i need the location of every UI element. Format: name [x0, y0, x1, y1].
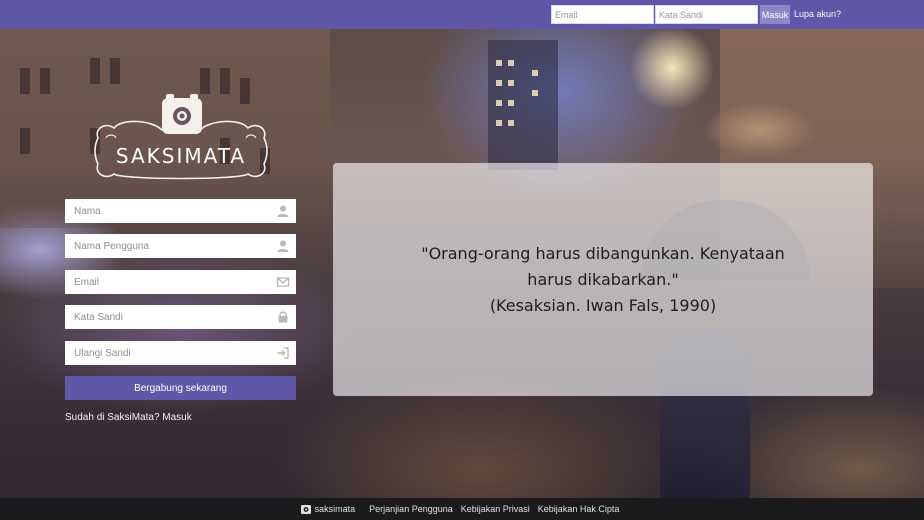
top-login-button[interactable]: Masuk [760, 5, 790, 24]
name-input[interactable] [65, 199, 296, 223]
logo-wordmark: SAKSIMATA [115, 144, 247, 168]
top-bar: Masuk Lupa akun? [0, 0, 924, 29]
footer-link-copyright-policy[interactable]: Kebijakan Hak Cipta [538, 504, 620, 514]
envelope-icon [276, 277, 290, 287]
footer-link-privacy-policy[interactable]: Kebijakan Privasi [461, 504, 530, 514]
user-icon [277, 240, 289, 252]
forgot-account-link[interactable]: Lupa akun? [794, 9, 841, 19]
footer-link-user-agreement[interactable]: Perjanjian Pengguna [369, 504, 453, 514]
repeat-password-input[interactable] [65, 341, 296, 365]
quote-panel: "Orang-orang harus dibangunkan. Kenyataa… [333, 163, 873, 396]
footer-brand-label: saksimata [314, 504, 356, 514]
name-field[interactable] [65, 199, 296, 223]
footer: saksimata Perjanjian Pengguna Kebijakan … [0, 498, 924, 520]
email-field[interactable] [65, 270, 296, 294]
join-now-button[interactable]: Bergabung sekarang [65, 376, 296, 400]
user-icon [277, 205, 289, 217]
username-input[interactable] [65, 234, 296, 258]
top-password-input[interactable] [655, 5, 758, 24]
camera-logo-icon [300, 505, 311, 514]
background-tower [488, 40, 558, 170]
quote-attribution: (Kesaksian. Iwan Fals, 1990) [489, 295, 717, 315]
password-input[interactable] [65, 305, 296, 329]
top-email-input[interactable] [551, 5, 654, 24]
password-field[interactable] [65, 305, 296, 329]
sign-in-icon [277, 347, 289, 359]
username-field[interactable] [65, 234, 296, 258]
saksimata-logo: SAKSIMATA [92, 94, 270, 180]
quote-line-2: harus dikabarkan." [527, 269, 679, 289]
footer-brand[interactable]: saksimata [300, 504, 356, 514]
already-member-login-link[interactable]: Sudah di SaksiMata? Masuk [65, 412, 192, 423]
email-input[interactable] [65, 270, 296, 294]
lock-icon [278, 311, 288, 323]
repeat-password-field[interactable] [65, 341, 296, 365]
quote-line-1: "Orang-orang harus dibangunkan. Kenyataa… [421, 243, 785, 263]
